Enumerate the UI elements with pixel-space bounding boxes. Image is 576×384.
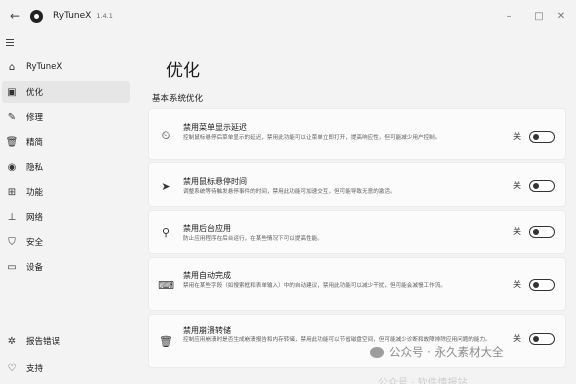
sidebar-item-home[interactable]: ⌂ RyTuneX	[2, 56, 130, 78]
toggle-state-label: 关	[513, 132, 521, 141]
features-icon: ⊞	[7, 186, 17, 198]
close-button[interactable]: ✕	[546, 0, 576, 32]
setting-title: 禁用崩溃转储	[183, 326, 231, 335]
sidebar-item-label: 功能	[26, 188, 44, 198]
hamburger-menu-icon[interactable]	[4, 36, 20, 50]
page-title: 优化	[166, 61, 200, 81]
watermark-secondary: 公众号 · 软件情报站	[378, 378, 468, 384]
watermark: 公众号 · 永久素材大全	[370, 344, 503, 360]
setting-title: 禁用自动完成	[183, 271, 231, 280]
app-title: RyTuneX	[53, 11, 92, 21]
background-apps-icon: ⚲	[161, 225, 171, 239]
shield-icon: ⛉	[8, 236, 16, 248]
setting-title: 禁用后台应用	[183, 224, 231, 233]
toggle-switch[interactable]	[529, 131, 555, 143]
sidebar-item-optimize[interactable]: ▣ 优化	[2, 81, 130, 103]
network-icon: ⊥	[7, 211, 17, 223]
device-icon: ▭	[7, 261, 17, 273]
toggle-state-label: 关	[513, 227, 521, 236]
sidebar-item-label: 安全	[26, 238, 44, 248]
optimize-icon: ▣	[7, 86, 17, 98]
support-icon: ♡	[7, 362, 17, 374]
section-title: 基本系统优化	[152, 94, 204, 104]
sidebar-item-label: 精简	[26, 138, 44, 148]
sidebar-item-security[interactable]: ⛉ 安全	[2, 231, 130, 253]
sidebar-item-debloat[interactable]: 🗑 精简	[2, 131, 130, 153]
trash-icon: 🗑	[159, 334, 173, 348]
sidebar-item-label: 优化	[26, 88, 44, 98]
toggle-state-label: 关	[513, 280, 521, 289]
sidebar-item-label: RyTuneX	[26, 62, 63, 72]
setting-card-mouse-hover: ➤ 禁用鼠标悬停时间 调整系统等待触发悬停事件的时间，禁用此功能可加速交互，但可…	[148, 162, 566, 207]
sidebar-item-label: 网络	[26, 213, 44, 223]
app-logo-icon	[30, 9, 43, 23]
app-version: 1.4.1	[96, 12, 113, 20]
bug-icon: ✲	[7, 335, 17, 347]
back-arrow-icon[interactable]: ←	[4, 9, 26, 23]
keyboard-icon: ⌨	[158, 278, 174, 292]
watermark-text: 公众号 · 永久素材大全	[389, 345, 504, 359]
setting-card-background-apps: ⚲ 禁用后台应用 防止应用程序在后台运行，在某些情况下可以提高性能。 关	[148, 210, 566, 254]
setting-description: 调整系统等待触发悬停事件的时间，禁用此功能可加速交互，但可能导致无意的激活。	[183, 189, 396, 195]
toggle-switch[interactable]	[529, 180, 555, 192]
mouse-pointer-icon: ➤	[161, 179, 171, 193]
privacy-icon: ◉	[7, 161, 17, 173]
menu-delay-icon: ⏲	[161, 129, 171, 142]
repair-icon: ✎	[7, 111, 17, 123]
setting-card-menu-delay: ⏲ 禁用菜单显示延迟 控制鼠标悬停后菜单显示的延迟，禁用此功能可以让菜单立即打开…	[148, 108, 566, 160]
sidebar-item-report-bug[interactable]: ✲ 报告错误	[2, 330, 130, 352]
sidebar-item-device[interactable]: ▭ 设备	[2, 256, 130, 278]
debloat-icon: 🗑	[5, 136, 19, 148]
toggle-state-label: 关	[513, 181, 521, 190]
setting-description: 控制鼠标悬停后菜单显示的延迟，禁用此功能可以让菜单立即打开，提高响应性，但可能减…	[183, 135, 441, 141]
sidebar-item-privacy[interactable]: ◉ 隐私	[2, 156, 130, 178]
setting-title: 禁用鼠标悬停时间	[183, 177, 247, 186]
toggle-switch[interactable]	[529, 279, 555, 291]
sidebar-item-repair[interactable]: ✎ 修理	[2, 106, 130, 128]
setting-title: 禁用菜单显示延迟	[183, 123, 247, 132]
sidebar-item-network[interactable]: ⊥ 网络	[2, 206, 130, 228]
sidebar-item-support[interactable]: ♡ 支持	[2, 357, 130, 379]
toggle-state-label: 关	[513, 334, 521, 343]
setting-description: 禁用在某些字段（如搜索框和表单输入）中的自动建议，禁用此功能可以减少干扰，但可能…	[183, 283, 446, 289]
sidebar-item-label: 设备	[26, 263, 44, 273]
toggle-switch[interactable]	[529, 333, 555, 345]
sidebar-item-label: 报告错误	[26, 337, 61, 347]
sidebar-item-label: 支持	[26, 364, 44, 374]
sidebar-item-label: 隐私	[26, 163, 44, 173]
sidebar-item-label: 修理	[26, 113, 44, 123]
toggle-switch[interactable]	[529, 226, 555, 238]
setting-card-autocomplete: ⌨ 禁用自动完成 禁用在某些字段（如搜索框和表单输入）中的自动建议，禁用此功能可…	[148, 257, 566, 311]
setting-description: 防止应用程序在后台运行，在某些情况下可以提高性能。	[183, 236, 323, 242]
sidebar-item-features[interactable]: ⊞ 功能	[2, 181, 130, 203]
wechat-icon	[370, 346, 384, 358]
home-icon: ⌂	[8, 61, 16, 73]
